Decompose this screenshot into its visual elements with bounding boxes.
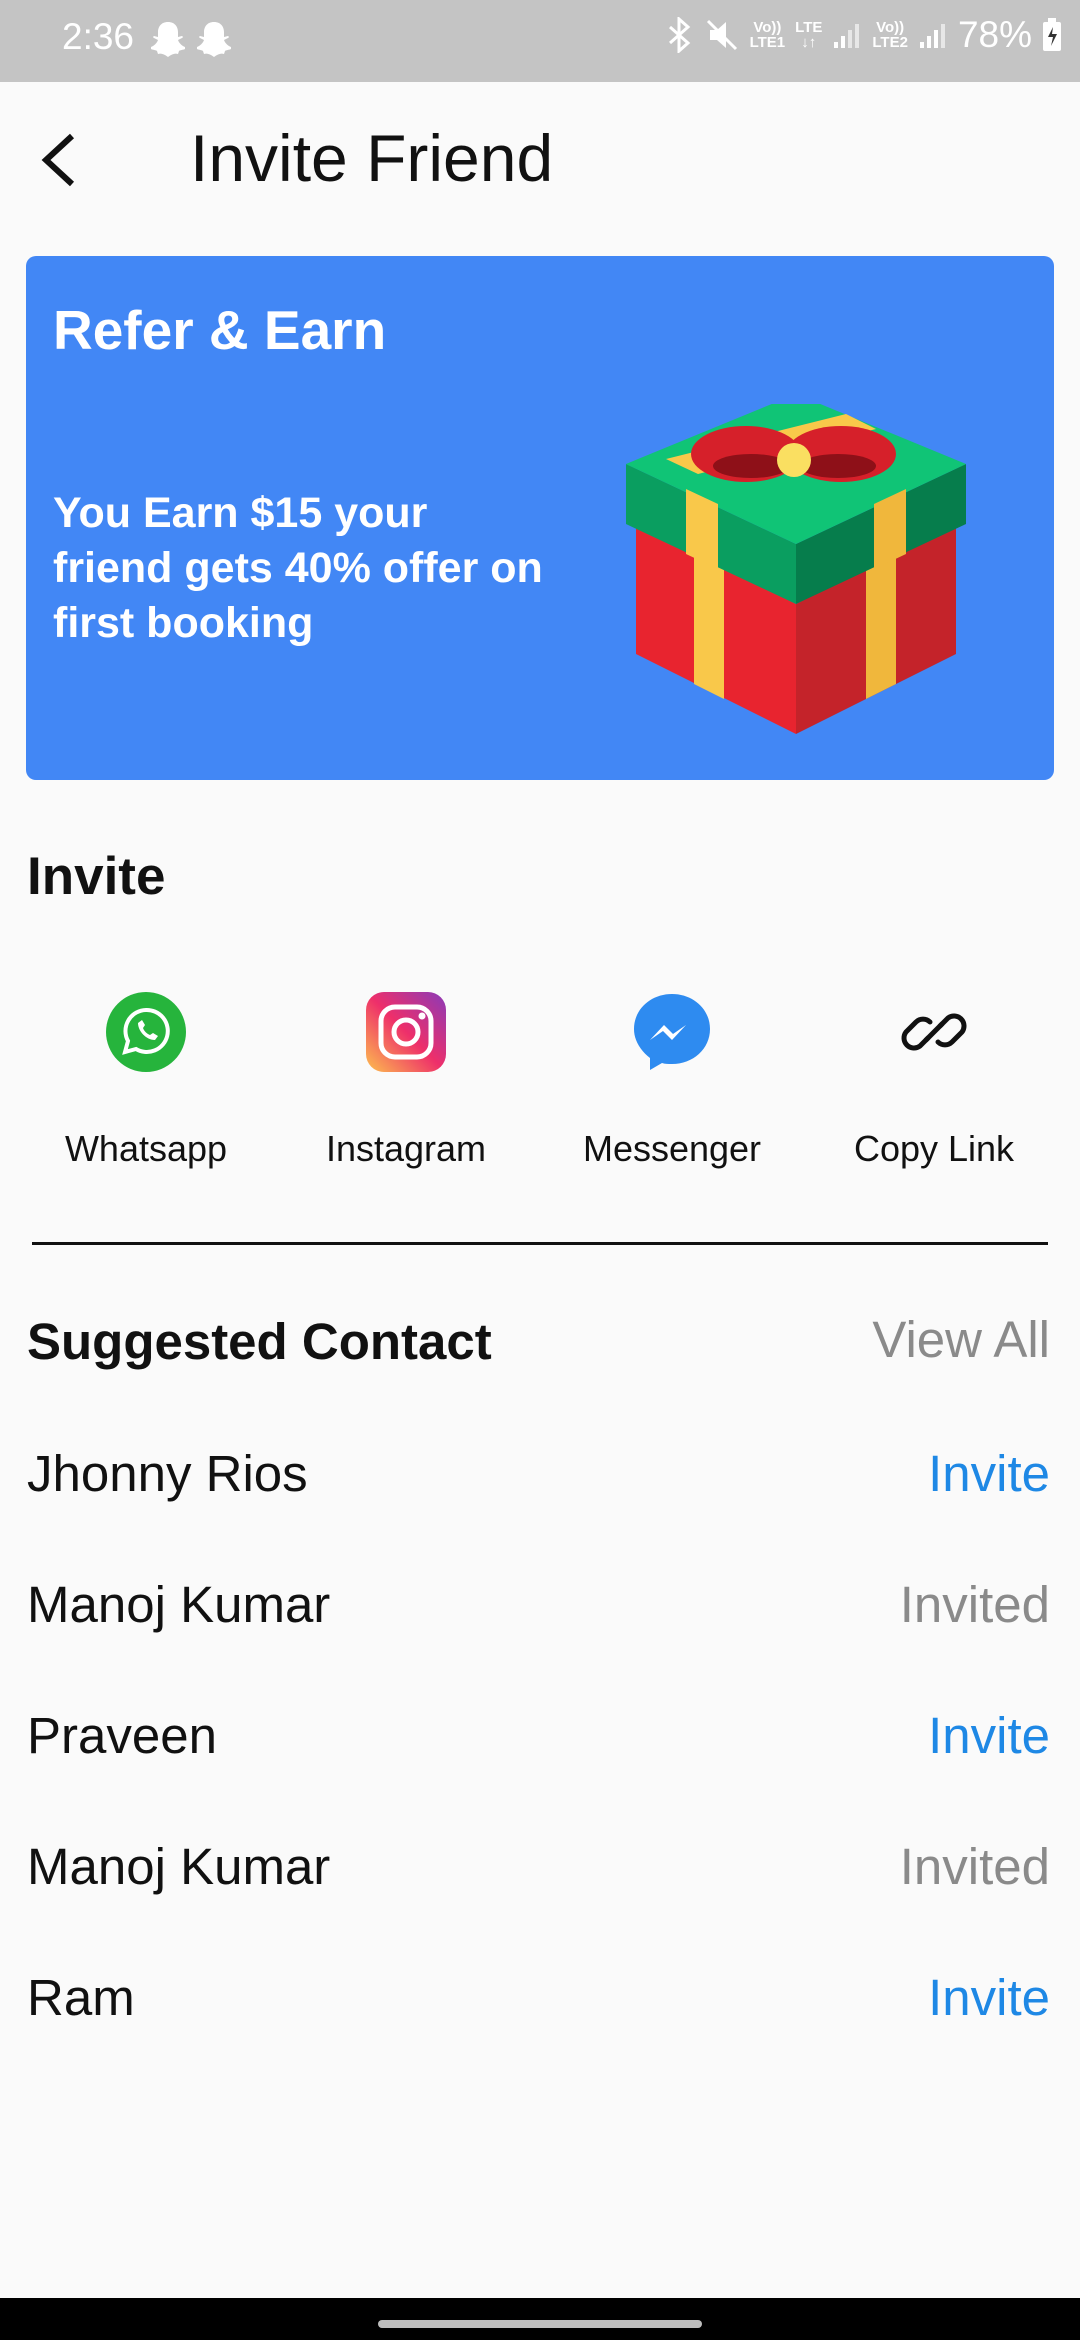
lte-indicator: LTE ↓↑ bbox=[795, 19, 823, 51]
sim2-indicator: Vo)) LTE2 bbox=[872, 19, 908, 51]
contact-name: Jhonny Rios bbox=[27, 1445, 308, 1502]
share-label: Whatsapp bbox=[64, 1128, 228, 1169]
invite-button[interactable]: Invite bbox=[928, 1968, 1050, 2027]
share-label: Messenger bbox=[582, 1128, 762, 1169]
share-whatsapp-button[interactable]: Whatsapp bbox=[36, 990, 256, 1170]
divider bbox=[32, 1242, 1048, 1245]
sim1-indicator: Vo)) LTE1 bbox=[749, 19, 786, 51]
snapchat-icon bbox=[197, 22, 231, 57]
invited-status: Invited bbox=[899, 1838, 1050, 1895]
share-instagram-button[interactable]: Instagram bbox=[296, 990, 516, 1170]
share-label: Instagram bbox=[325, 1128, 487, 1169]
invite-button[interactable]: Invite bbox=[928, 1706, 1050, 1765]
gift-icon bbox=[626, 404, 966, 734]
share-options: Whatsapp Instagram Messenger Copy Link bbox=[0, 990, 1080, 1190]
banner-text: You Earn $15 your friend gets 40% offer … bbox=[53, 489, 543, 647]
page-title: Invite Friend bbox=[190, 121, 554, 195]
status-time: 2:36 bbox=[62, 16, 135, 57]
invited-status: Invited bbox=[899, 1576, 1050, 1633]
list-item: Manoj Kumar Invited bbox=[0, 1563, 1080, 1694]
list-item: Manoj Kumar Invited bbox=[0, 1825, 1080, 1956]
contact-list: Jhonny Rios Invite Manoj Kumar Invited P… bbox=[0, 1432, 1080, 2087]
signal-icon bbox=[919, 24, 945, 48]
list-item: Jhonny Rios Invite bbox=[0, 1432, 1080, 1563]
share-messenger-button[interactable]: Messenger bbox=[562, 990, 782, 1170]
app-bar: Invite Friend bbox=[0, 82, 1080, 232]
status-icons: Vo)) LTE1 LTE ↓↑ Vo)) LTE2 78% bbox=[666, 14, 1062, 56]
messenger-icon bbox=[634, 994, 710, 1070]
snapchat-icon bbox=[151, 22, 185, 57]
battery-charging-icon bbox=[1043, 18, 1061, 51]
battery-percent: 78% bbox=[957, 14, 1032, 55]
contact-name: Praveen bbox=[27, 1707, 217, 1764]
signal-icon bbox=[834, 24, 860, 48]
suggested-contact-heading: Suggested Contact bbox=[27, 1313, 492, 1370]
contact-name: Ram bbox=[27, 1969, 135, 2026]
invite-heading: Invite bbox=[27, 847, 166, 906]
view-all-button[interactable]: View All bbox=[872, 1310, 1050, 1369]
notification-icons bbox=[150, 19, 232, 57]
link-icon bbox=[901, 1013, 967, 1051]
home-gesture-handle[interactable] bbox=[378, 2320, 702, 2328]
share-label: Copy Link bbox=[853, 1128, 1015, 1169]
contact-name: Manoj Kumar bbox=[27, 1838, 331, 1895]
copy-link-button[interactable]: Copy Link bbox=[824, 990, 1044, 1170]
whatsapp-icon bbox=[106, 992, 186, 1072]
system-nav-bar bbox=[0, 2298, 1080, 2340]
banner-title: Refer & Earn bbox=[53, 299, 387, 361]
list-item: Praveen Invite bbox=[0, 1694, 1080, 1825]
contact-name: Manoj Kumar bbox=[27, 1576, 331, 1633]
back-arrow-icon[interactable] bbox=[30, 124, 90, 194]
mute-icon bbox=[706, 19, 737, 51]
list-item: Ram Invite bbox=[0, 1956, 1080, 2087]
status-bar: 2:36 Vo)) LTE1 LTE ↓↑ Vo)) LTE2 78% bbox=[0, 0, 1080, 82]
invite-button[interactable]: Invite bbox=[928, 1444, 1050, 1503]
instagram-icon bbox=[366, 992, 446, 1072]
bluetooth-icon bbox=[668, 17, 690, 53]
refer-earn-banner: Refer & Earn You Earn $15 your friend ge… bbox=[26, 256, 1054, 780]
